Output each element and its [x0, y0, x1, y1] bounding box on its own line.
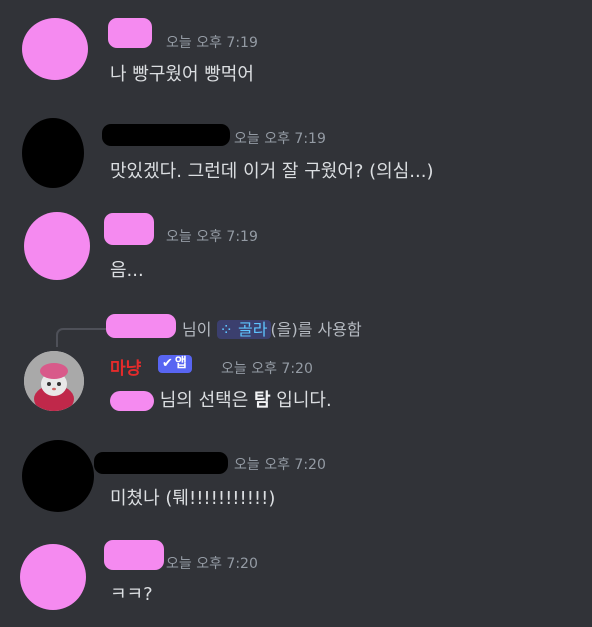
message-text-before: 님의 선택은 — [159, 390, 249, 411]
timestamp: 오늘 오후 7:20 — [166, 556, 258, 572]
timestamp: 오늘 오후 7:19 — [166, 35, 258, 51]
avatar-redacted[interactable] — [20, 544, 86, 610]
message-text-after: 입니다. — [276, 390, 332, 411]
avatar-redacted[interactable] — [22, 440, 94, 512]
check-icon: ✔ — [162, 356, 173, 371]
avatar-redacted[interactable] — [24, 212, 90, 280]
message-text: ㅋㅋ? — [110, 584, 153, 605]
reply-suffix: 님이 — [182, 320, 212, 339]
timestamp: 오늘 오후 7:20 — [221, 361, 313, 377]
timestamp: 오늘 오후 7:19 — [234, 131, 326, 147]
avatar-redacted[interactable] — [22, 118, 84, 188]
username-redacted[interactable] — [104, 213, 154, 245]
timestamp: 오늘 오후 7:19 — [166, 229, 258, 245]
username-redacted[interactable] — [104, 540, 164, 570]
bot-message-text: 님의 선택은 탐 입니다. — [110, 386, 332, 412]
bot-avatar[interactable] — [24, 351, 84, 411]
command-name: 골라 — [238, 320, 268, 339]
reply-after: (을)를 사용함 — [270, 320, 362, 339]
username-redacted[interactable] — [108, 18, 152, 48]
message-text: 나 빵구웠어 빵먹어 — [110, 64, 254, 85]
command-icon: ⁘ — [219, 320, 233, 339]
message-text-bold: 탐 — [254, 390, 271, 411]
reply-connector — [56, 328, 108, 347]
reply-username-redacted[interactable] — [106, 314, 176, 338]
message-text: 맛있겠다. 그런데 이거 잘 구웠어? (의심...) — [110, 161, 434, 182]
slash-command[interactable]: ⁘ 골라 — [216, 320, 271, 339]
reply-preview[interactable]: 님이 ⁘ 골라 (을)를 사용함 — [182, 316, 362, 340]
bot-name[interactable]: 마냥 — [110, 354, 141, 379]
message-text: 미쳤나 (퉤!!!!!!!!!!!) — [110, 488, 276, 509]
timestamp: 오늘 오후 7:20 — [234, 457, 326, 473]
avatar-redacted[interactable] — [22, 18, 88, 80]
username-redacted[interactable] — [102, 124, 230, 146]
mention-redacted[interactable] — [110, 391, 154, 411]
message-text: 음... — [110, 260, 144, 281]
username-redacted[interactable] — [94, 452, 228, 474]
app-badge: ✔ 앱 — [158, 355, 192, 373]
app-badge-label: 앱 — [174, 356, 187, 371]
cat-avatar-icon — [24, 351, 84, 411]
